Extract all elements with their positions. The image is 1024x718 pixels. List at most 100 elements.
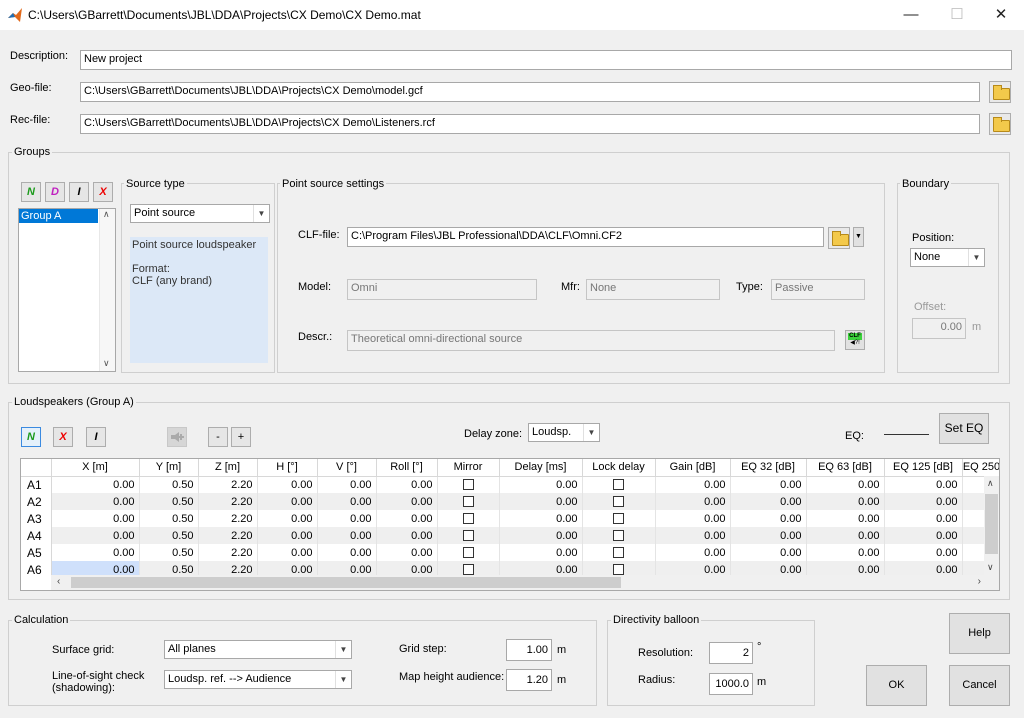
lock-delay-checkbox[interactable] (613, 564, 624, 576)
table-cell[interactable]: 2.20 (198, 510, 258, 527)
delete-loudspeaker-button[interactable]: X (53, 427, 73, 447)
group-list-item[interactable]: Group A (19, 209, 98, 223)
mirror-checkbox[interactable] (462, 479, 474, 491)
table-cell[interactable]: 0.00 (257, 510, 318, 527)
column-header[interactable]: EQ 32 [dB] (730, 459, 807, 477)
scroll-down-icon[interactable]: ∨ (103, 358, 110, 369)
clf-viewer-button[interactable]: CLF ◀?! (845, 330, 865, 350)
table-vertical-scrollbar[interactable]: ∧ ∨ (984, 476, 999, 575)
table-cell[interactable]: 2.20 (198, 527, 258, 544)
table-cell[interactable]: 2.20 (198, 493, 258, 510)
table-cell[interactable]: 0.00 (257, 544, 318, 561)
minus-button[interactable]: - (208, 427, 228, 447)
column-header[interactable]: H [°] (257, 459, 318, 477)
loudspeaker-info-button[interactable]: I (86, 427, 106, 447)
table-cell[interactable]: 0.00 (51, 544, 140, 561)
scroll-thumb[interactable] (71, 577, 621, 588)
table-cell[interactable]: 0.00 (655, 476, 731, 493)
table-cell[interactable]: 0.50 (139, 544, 199, 561)
table-row[interactable]: A3 0.00 0.50 2.20 0.00 0.00 0.00 0.00 0.00 0.00 0.… (21, 510, 999, 527)
table-cell[interactable]: 0.00 (499, 544, 583, 561)
table-cell[interactable]: 0.00 (376, 476, 438, 493)
geo-file-field[interactable]: C:\Users\GBarrett\Documents\JBL\DDA\Proj… (80, 82, 980, 102)
group-info-button[interactable]: I (69, 182, 89, 202)
table-cell[interactable]: 0.00 (317, 510, 377, 527)
mirror-checkbox[interactable] (462, 530, 474, 542)
table-cell[interactable]: 0.00 (806, 493, 885, 510)
geo-folder-icon[interactable] (989, 81, 1011, 103)
lock-delay-checkbox[interactable] (613, 513, 624, 525)
table-cell[interactable]: 2.20 (198, 476, 258, 493)
table-cell[interactable]: 0.00 (51, 476, 140, 493)
lock-delay-checkbox[interactable] (613, 530, 624, 542)
table-cell[interactable]: 0.00 (655, 510, 731, 527)
table-row[interactable]: A1 0.00 0.50 2.20 0.00 0.00 0.00 0.00 0.00 0.00 0.… (21, 476, 999, 493)
radius-field[interactable]: 1000.0 (709, 673, 753, 695)
line-of-sight-select[interactable]: Loudsp. ref. --> Audience ▼ (164, 670, 352, 689)
table-cell[interactable]: 0.00 (499, 493, 583, 510)
new-group-button[interactable]: N (21, 182, 41, 202)
clf-file-field[interactable]: C:\Program Files\JBL Professional\DDA\CL… (347, 227, 824, 247)
minimize-button[interactable]: — (888, 0, 934, 30)
table-cell[interactable]: 0.00 (376, 493, 438, 510)
table-cell[interactable]: 0.00 (884, 544, 963, 561)
table-cell[interactable]: 0.00 (730, 544, 807, 561)
table-cell[interactable]: 0.00 (655, 527, 731, 544)
table-cell[interactable]: 0.50 (139, 476, 199, 493)
row-header[interactable]: A5 (21, 544, 52, 561)
table-cell[interactable]: 0.00 (806, 527, 885, 544)
maximize-button[interactable]: ☐ (934, 0, 980, 30)
table-cell[interactable]: 0.00 (884, 476, 963, 493)
speaker-add-icon[interactable] (167, 427, 187, 447)
column-header[interactable]: Y [m] (139, 459, 199, 477)
table-cell[interactable]: 0.00 (884, 510, 963, 527)
mirror-checkbox[interactable] (462, 547, 474, 559)
table-cell[interactable]: 0.00 (376, 527, 438, 544)
table-cell[interactable]: 0.50 (139, 510, 199, 527)
description-field[interactable]: New project (80, 50, 1012, 70)
table-cell[interactable]: 0.00 (806, 476, 885, 493)
clf-folder-icon[interactable] (828, 227, 850, 249)
table-row[interactable]: A4 0.00 0.50 2.20 0.00 0.00 0.00 0.00 0.00 0.00 0.… (21, 527, 999, 544)
table-cell[interactable]: 0.00 (499, 527, 583, 544)
group-list-scrollbar[interactable]: ∧ ∨ (99, 209, 115, 371)
table-cell[interactable]: 0.00 (51, 510, 140, 527)
table-cell[interactable]: 0.50 (139, 527, 199, 544)
surface-grid-select[interactable]: All planes ▼ (164, 640, 352, 659)
table-cell[interactable]: 0.00 (730, 476, 807, 493)
table-cell[interactable]: 0.00 (317, 527, 377, 544)
table-cell[interactable]: 0.00 (317, 544, 377, 561)
scroll-thumb[interactable] (985, 494, 998, 554)
table-cell[interactable]: 0.00 (655, 493, 731, 510)
table-horizontal-scrollbar[interactable]: ‹ › (51, 575, 999, 590)
table-cell[interactable]: 0.00 (51, 493, 140, 510)
scroll-right-icon[interactable]: › (978, 576, 981, 587)
help-button[interactable]: Help (949, 613, 1010, 654)
row-header[interactable]: A1 (21, 476, 52, 493)
close-button[interactable]: ✕ (978, 0, 1024, 30)
position-select[interactable]: None ▼ (910, 248, 985, 267)
new-loudspeaker-button[interactable]: N (21, 427, 41, 447)
clf-dropdown-icon[interactable]: ▼ (853, 227, 864, 247)
ok-button[interactable]: OK (866, 665, 927, 706)
scroll-down-icon[interactable]: ∨ (987, 562, 994, 573)
table-cell[interactable]: 0.00 (806, 510, 885, 527)
lock-delay-checkbox[interactable] (613, 496, 624, 508)
table-cell[interactable]: 0.00 (884, 527, 963, 544)
table-cell[interactable]: 0.00 (317, 493, 377, 510)
delay-zone-select[interactable]: Loudsp. ▼ (528, 423, 600, 442)
table-cell[interactable]: 0.00 (376, 510, 438, 527)
table-row[interactable]: A2 0.00 0.50 2.20 0.00 0.00 0.00 0.00 0.00 0.00 0.… (21, 493, 999, 510)
duplicate-group-button[interactable]: D (45, 182, 65, 202)
column-header[interactable]: EQ 63 [dB] (806, 459, 885, 477)
column-header[interactable]: EQ 125 [dB] (884, 459, 963, 477)
table-cell[interactable]: 0.00 (317, 476, 377, 493)
table-cell[interactable]: 0.00 (730, 510, 807, 527)
group-list[interactable]: Group A ∧ ∨ (18, 208, 116, 372)
row-header[interactable]: A4 (21, 527, 52, 544)
map-height-field[interactable]: 1.20 (506, 669, 552, 691)
column-header[interactable]: V [°] (317, 459, 377, 477)
grid-step-field[interactable]: 1.00 (506, 639, 552, 661)
column-header[interactable]: Mirror (437, 459, 500, 477)
table-cell[interactable]: 0.00 (499, 476, 583, 493)
